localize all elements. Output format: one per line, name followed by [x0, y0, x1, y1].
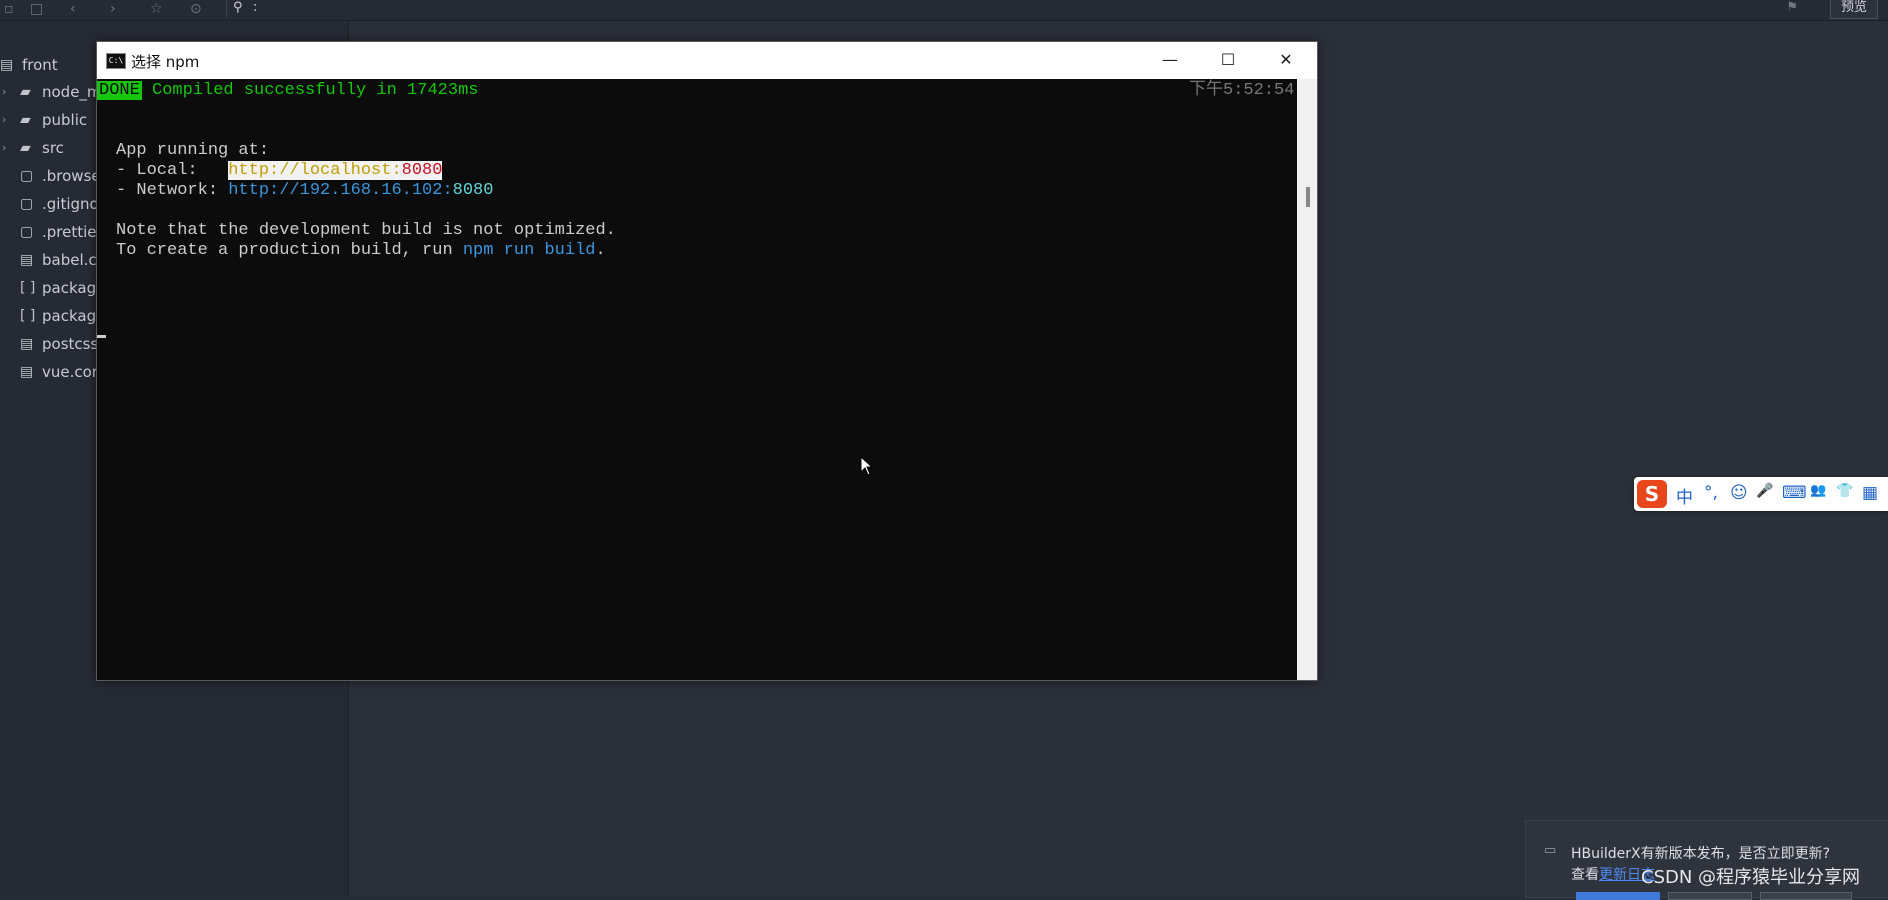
json-file-icon: [ ]	[20, 280, 36, 296]
terminal-output[interactable]: DONE Compiled successfully in 17423ms 下午…	[97, 79, 1297, 680]
notification-sub-prefix: 查看	[1571, 867, 1599, 883]
js-file-icon: ▤	[20, 336, 34, 352]
top-toolbar: ▫ □ ‹ › ☆ ⊙ ⚲ : ⚑ 预览	[0, 0, 1888, 21]
update-now-button[interactable]	[1576, 892, 1660, 900]
sogou-logo-icon[interactable]: S	[1637, 480, 1667, 508]
local-url[interactable]: http://localhost:8080	[228, 161, 443, 180]
folder-icon: ▰	[20, 84, 31, 100]
mouse-pointer-icon	[860, 456, 874, 476]
project-root-label: front	[22, 56, 58, 74]
ime-user-icon[interactable]: 👥	[1810, 483, 1826, 498]
close-button[interactable]: ✕	[1257, 42, 1315, 79]
forward-icon[interactable]: ›	[110, 1, 116, 17]
ime-toolbox-icon[interactable]: ▦	[1862, 483, 1878, 503]
network-label: - Network:	[116, 181, 229, 200]
js-file-icon: ▤	[20, 252, 34, 268]
back-icon[interactable]: ‹	[70, 1, 76, 17]
build-time: 下午5:52:54	[1189, 81, 1295, 100]
later-button[interactable]	[1668, 892, 1752, 900]
local-url-port: 8080	[401, 161, 443, 180]
tree-item-label: .prettie	[42, 223, 97, 241]
create-build-line: To create a production build, run npm ru…	[116, 241, 606, 261]
ime-punctuation-icon[interactable]: °,	[1704, 483, 1718, 503]
folder-icon: ▰	[20, 140, 31, 156]
local-url-host: http://localhost:	[228, 161, 402, 180]
network-url[interactable]: http://192.168.16.102:8080	[228, 181, 493, 200]
network-line: - Network: http://192.168.16.102:8080	[116, 181, 493, 201]
preview-button[interactable]: 预览	[1829, 0, 1878, 19]
folder-icon: ▰	[20, 112, 31, 128]
chevron-right-icon[interactable]: ›	[2, 136, 6, 160]
note-line: Note that the development build is not o…	[116, 221, 616, 240]
file-icon: ▢	[20, 168, 34, 184]
maximize-button[interactable]: ☐	[1199, 42, 1257, 79]
project-icon: ▤	[0, 57, 14, 73]
tree-item-label: .browse	[42, 167, 101, 185]
local-line: - Local: http://localhost:8080	[116, 161, 443, 181]
json-file-icon: [ ]	[20, 308, 36, 324]
tree-item-label: node_m	[42, 83, 102, 101]
star-icon[interactable]: ☆	[150, 1, 163, 17]
terminal-window[interactable]: C:\ 选择 npm — ☐ ✕ DONE Compiled successfu…	[96, 41, 1318, 681]
done-badge: DONE	[97, 81, 142, 100]
file-icon: ▢	[20, 196, 34, 212]
search-bar[interactable]: ⚲ :	[226, 0, 1727, 18]
terminal-title: 选择 npm	[131, 53, 200, 71]
terminal-titlebar[interactable]: C:\ 选择 npm — ☐ ✕	[97, 42, 1317, 79]
tree-item-label: packag	[42, 307, 97, 325]
file-icon[interactable]: ▫	[4, 1, 14, 17]
terminal-scrollbar[interactable]	[1297, 79, 1317, 680]
tree-item-label: babel.c	[42, 251, 97, 269]
tree-item-label: .gitigno	[42, 195, 99, 213]
ignore-button[interactable]	[1760, 892, 1852, 900]
tree-item-label: public	[42, 111, 88, 129]
ime-skin-icon[interactable]: 👕	[1836, 483, 1853, 499]
chevron-right-icon[interactable]: ›	[2, 108, 6, 132]
local-label: - Local:	[116, 161, 229, 180]
minimize-button[interactable]: —	[1141, 42, 1199, 79]
create-prefix: To create a production build, run	[116, 241, 463, 260]
file-icon: ▢	[20, 224, 34, 240]
watermark: CSDN @程序猿毕业分享网	[1641, 867, 1861, 888]
tree-item-label: src	[42, 139, 64, 157]
compiled-text: Compiled successfully in 17423ms	[141, 81, 479, 100]
cmd-icon: C:\	[106, 53, 126, 69]
ime-keyboard-icon[interactable]: ⌨	[1782, 483, 1807, 503]
tree-item-label: packag	[42, 279, 97, 297]
save-icon[interactable]: □	[30, 1, 43, 17]
build-command: npm run build	[462, 241, 596, 260]
tree-item-label: vue.cor	[42, 363, 98, 381]
network-url-host: http://192.168.16.102:	[228, 181, 453, 200]
pin-icon[interactable]: ⚑	[1786, 0, 1798, 15]
tree-item-label: postcss	[42, 335, 99, 353]
run-icon[interactable]: ⊙	[190, 1, 202, 17]
app-running-line: App running at:	[116, 141, 270, 160]
scrollbar-thumb[interactable]	[1306, 187, 1310, 207]
notification-text: HBuilderX有新版本发布，是否立即更新?	[1571, 846, 1831, 862]
message-icon: ▭	[1544, 843, 1557, 858]
network-url-port: 8080	[452, 181, 494, 200]
js-file-icon: ▤	[20, 364, 34, 380]
ime-voice-icon[interactable]: 🎤	[1756, 483, 1773, 499]
create-suffix: .	[595, 241, 606, 260]
terminal-cursor	[97, 335, 106, 338]
chevron-right-icon[interactable]: ›	[2, 80, 6, 104]
ime-chinese-mode[interactable]: 中	[1676, 483, 1693, 508]
search-input[interactable]: :	[253, 0, 257, 15]
ime-toolbar[interactable]: S 中 °, ☺ 🎤 ⌨ 👥 👕 ▦	[1634, 477, 1888, 511]
search-icon: ⚲	[233, 0, 243, 15]
compiled-line: DONE Compiled successfully in 17423ms	[97, 81, 478, 101]
ime-emoji-icon[interactable]: ☺	[1730, 483, 1748, 503]
